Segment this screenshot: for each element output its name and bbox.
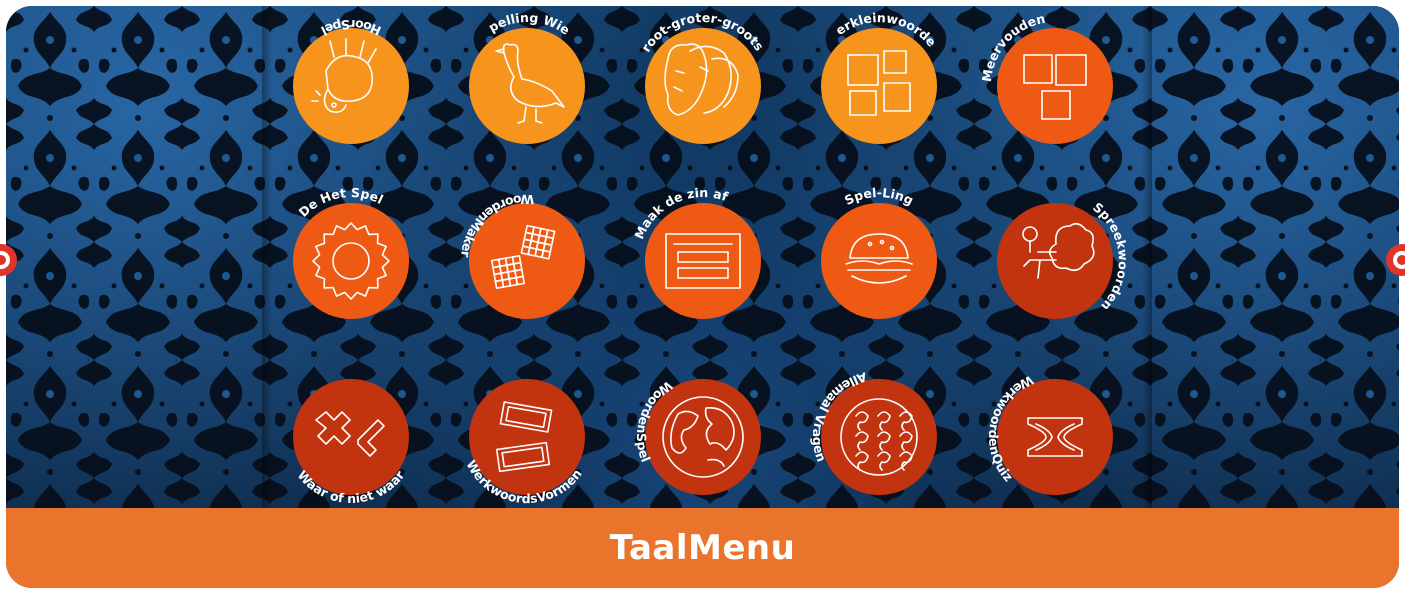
game-button[interactable]: WerkwoordsVormen xyxy=(452,362,602,512)
game-circle xyxy=(997,203,1113,319)
menu-title: TaalMenu xyxy=(609,528,796,568)
game-circle xyxy=(293,28,409,144)
game-badge: Waar of niet waar xyxy=(293,379,409,506)
panel-divider xyxy=(262,6,272,508)
game-button[interactable]: Maak de zin af xyxy=(628,185,778,336)
game-button[interactable]: Allemaal Vragen xyxy=(804,362,954,512)
game-button[interactable]: Groot-groter-grootst xyxy=(623,0,778,161)
game-button[interactable]: Spelling Wiel xyxy=(447,0,602,161)
menu-title-bar: TaalMenu xyxy=(6,508,1399,588)
game-badge: Meervouden xyxy=(979,11,1113,144)
game-button[interactable]: De Het Spel xyxy=(276,185,426,336)
panel-divider xyxy=(1142,6,1152,508)
game-circle xyxy=(293,203,409,319)
game-circle xyxy=(645,203,761,319)
game-button[interactable]: Meervouden xyxy=(979,11,1130,161)
game-button[interactable]: Verkleinwoorden xyxy=(800,0,954,161)
game-circle xyxy=(821,28,937,144)
game-badge: Groot-groter-grootst xyxy=(623,0,767,144)
game-badge: Spel-Ling xyxy=(821,185,937,319)
game-button[interactable]: HoorSpel xyxy=(276,11,426,161)
game-badge: HoorSpel xyxy=(293,17,409,144)
game-badge: Maak de zin af xyxy=(631,185,761,319)
game-button[interactable]: Spel-Ling xyxy=(804,185,954,336)
game-badge: De Het Spel xyxy=(293,185,409,319)
game-button[interactable]: Spreekwoorden xyxy=(980,186,1131,336)
next-page-icon xyxy=(1386,244,1405,276)
next-page-button[interactable] xyxy=(1385,240,1405,280)
game-circle xyxy=(821,203,937,319)
game-circle xyxy=(469,28,585,144)
game-badge: Spreekwoorden xyxy=(997,199,1131,319)
prev-page-icon xyxy=(0,244,17,276)
game-button[interactable]: WoordenSpel xyxy=(628,362,778,512)
game-badge: Allemaal Vragen xyxy=(810,369,937,495)
game-button[interactable]: WoordenMaker xyxy=(452,186,602,336)
game-badge: WoordenSpel xyxy=(634,378,761,495)
game-badge: Verkleinwoorden xyxy=(800,0,939,144)
game-badge: WerkwoordsVormen xyxy=(464,379,585,506)
game-badge: WerkwoordenQuiz xyxy=(986,373,1113,495)
game-badge: Spelling Wiel xyxy=(447,0,585,144)
game-circle xyxy=(997,28,1113,144)
game-button[interactable]: WerkwoordenQuiz xyxy=(980,362,1130,512)
prev-page-button[interactable] xyxy=(0,240,18,280)
game-badge: WoordenMaker xyxy=(458,192,585,319)
game-button[interactable]: Waar of niet waar xyxy=(276,362,426,512)
